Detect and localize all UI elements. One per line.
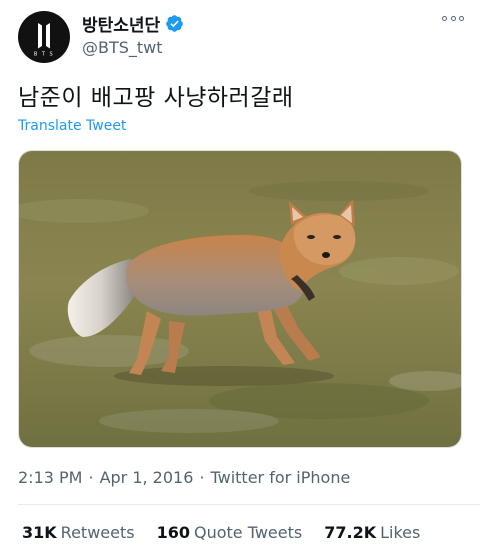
likes-count: 77.2K	[324, 523, 377, 542]
retweets-label: Retweets	[60, 523, 135, 542]
author-info: 방탄소년단 @BTS_twt	[82, 10, 184, 57]
divider	[18, 504, 480, 505]
tweet-source[interactable]: Twitter for iPhone	[211, 468, 351, 487]
tweet-card: B T S 방탄소년단 @BTS_twt 남준이 배고팡 사냥하러갈래 Tran…	[0, 0, 480, 559]
more-options-icon[interactable]	[442, 12, 464, 24]
likes-stat[interactable]: 77.2K Likes	[324, 523, 420, 542]
tweet-text: 남준이 배고팡 사냥하러갈래	[18, 85, 294, 111]
fox-photo	[19, 151, 461, 447]
quote-tweets-label: Quote Tweets	[193, 523, 303, 542]
tweet-meta: 2:13 PM · Apr 1, 2016 · Twitter for iPho…	[18, 468, 350, 487]
tweet-photo[interactable]	[18, 150, 462, 448]
retweets-count: 31K	[22, 523, 57, 542]
tweet-stats: 31K Retweets 160 Quote Tweets 77.2K Likes	[22, 523, 442, 542]
likes-label: Likes	[380, 523, 421, 542]
bts-logo-icon: B T S	[34, 23, 54, 58]
meta-separator-2: ·	[199, 468, 205, 487]
tweet-date[interactable]: Apr 1, 2016	[100, 468, 194, 487]
tweet-time[interactable]: 2:13 PM	[18, 468, 82, 487]
quote-tweets-stat[interactable]: 160 Quote Tweets	[157, 523, 303, 542]
display-name[interactable]: 방탄소년단	[82, 11, 160, 36]
translate-tweet-link[interactable]: Translate Tweet	[18, 118, 126, 134]
svg-text:B T S: B T S	[34, 52, 54, 58]
retweets-stat[interactable]: 31K Retweets	[22, 523, 135, 542]
avatar[interactable]: B T S	[18, 11, 70, 63]
meta-separator: ·	[88, 468, 94, 487]
verified-badge-icon	[166, 14, 184, 32]
quote-tweets-count: 160	[156, 523, 190, 542]
handle[interactable]: @BTS_twt	[82, 38, 184, 57]
